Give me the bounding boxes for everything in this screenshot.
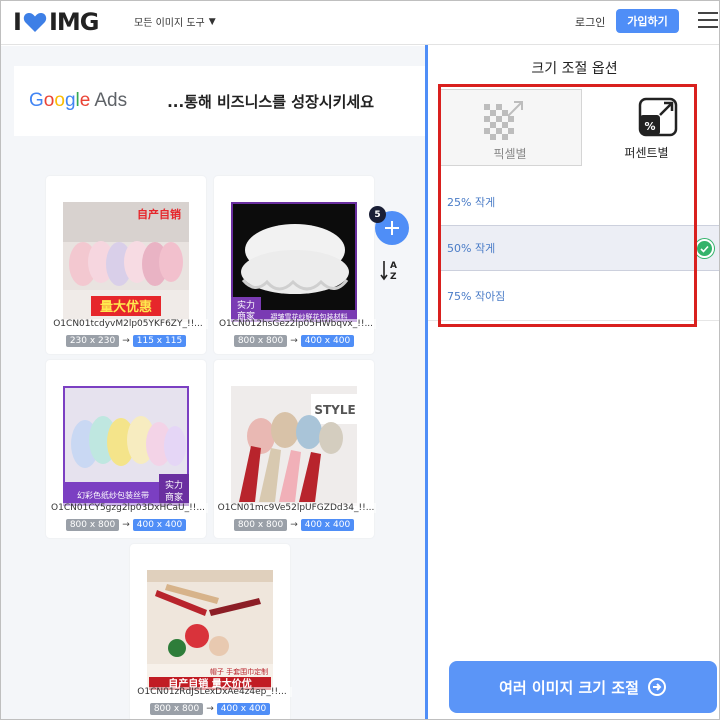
resize-options-panel: 크기 조절 옵션 픽셀별 % 퍼센트별 25% 작게 50% 작게 75% 작아…: [428, 46, 719, 719]
selected-check-icon: [695, 239, 714, 258]
option-50-percent[interactable]: 50% 작게: [438, 225, 719, 271]
file-name: O1CN01CY5gzg2lp03DxHCaU_!!...: [48, 503, 208, 513]
svg-text:量大优惠: 量大优惠: [100, 299, 152, 315]
logo-text-img: IMG: [48, 8, 100, 36]
tab-by-percentage-label: 퍼센트별: [624, 146, 669, 160]
image-workspace: Google Ads ...통해 비즈니스를 성장시키세요 量大优惠 自产自销 …: [1, 46, 425, 719]
image-card[interactable]: 实力 商家 褶皱雪花纱鲜花包装材料 O1CN012hsGez2lp05HWbqv…: [214, 176, 376, 354]
tab-by-pixels[interactable]: 픽셀별: [438, 89, 582, 166]
svg-text:%: %: [644, 120, 655, 133]
plus-icon: [385, 221, 399, 235]
resize-images-label: 여러 이미지 크기 조절: [499, 678, 639, 697]
image-card[interactable]: STYLE O1CN01mc9Ve52lpUFGZDd34_!!... 800 …: [214, 360, 376, 538]
google-ads-logo: Google Ads: [29, 90, 128, 111]
percent-resize-icon: %: [638, 97, 678, 137]
option-50-percent-label: 50% 작게: [447, 242, 496, 255]
size-info: 800 x 800 → 400 x 400: [214, 519, 374, 531]
new-size-badge: 400 x 400: [300, 335, 355, 347]
new-size-badge: 400 x 400: [132, 519, 187, 531]
arrow-right-icon: →: [122, 336, 130, 346]
size-info: 230 x 230 → 115 x 115: [46, 335, 206, 347]
arrow-right-icon: →: [290, 336, 298, 346]
arrow-circle-right-icon: [647, 678, 666, 696]
google-ads-banner[interactable]: Google Ads ...통해 비즈니스를 성장시키세요: [14, 66, 425, 136]
new-size-badge: 400 x 400: [300, 519, 355, 531]
sort-az-button[interactable]: A Z: [379, 258, 403, 282]
all-tools-label: 모든 이미지 도구: [134, 18, 205, 29]
svg-text:STYLE: STYLE: [314, 403, 355, 417]
svg-text:实力: 实力: [165, 479, 183, 491]
signup-button[interactable]: 가입하기: [616, 9, 679, 33]
sort-az-icon: A Z: [380, 261, 397, 282]
file-count-badge: 5: [369, 206, 386, 223]
size-info: 800 x 800 → 400 x 400: [214, 335, 374, 347]
option-75-percent[interactable]: 75% 작아짐: [438, 273, 719, 319]
tab-by-pixels-label: 픽셀별: [493, 147, 527, 161]
original-size-badge: 800 x 800: [65, 519, 120, 531]
arrow-right-icon: →: [206, 704, 214, 714]
iloveimg-logo[interactable]: I IMG: [13, 7, 100, 37]
image-thumbnail: 量大优惠 自产自销: [63, 202, 189, 322]
original-size-badge: 800 x 800: [233, 335, 288, 347]
image-thumbnail: 实力 商家 褶皱雪花纱鲜花包装材料: [231, 202, 357, 322]
hamburger-menu-icon[interactable]: [698, 12, 718, 30]
image-card[interactable]: 量大优惠 自产自销 O1CN01tcdyvM2lp05YKF6ZY_!!... …: [46, 176, 208, 354]
svg-text:实力: 实力: [237, 299, 255, 311]
file-name: O1CN012hsGez2lp05HWbqvx_!!...: [216, 319, 376, 329]
svg-text:自产自销: 自产自销: [137, 207, 181, 221]
new-size-badge: 400 x 400: [216, 703, 271, 715]
top-navbar: I IMG 모든 이미지 도구 ▼ 로그인 가입하기: [1, 1, 719, 45]
svg-text:A: A: [390, 261, 397, 271]
file-name: O1CN01mc9Ve52lpUFGZDd34_!!...: [216, 503, 376, 513]
original-size-badge: 800 x 800: [149, 703, 204, 715]
panel-title: 크기 조절 옵션: [531, 61, 618, 77]
logo-text-i: I: [13, 8, 22, 36]
image-thumbnail: 幻彩色纸纱包装丝带 实力 商家: [63, 386, 189, 506]
pixel-resize-icon: [484, 101, 523, 140]
image-thumbnail: 帽子 手套围巾定制 自产自销 量大价优: [147, 570, 273, 690]
file-name: O1CN01zRdJSLexDxAe4z4ep_!!...: [132, 687, 292, 697]
svg-text:幻彩色纸纱包装丝带: 幻彩色纸纱包装丝带: [77, 490, 149, 500]
image-thumbnail: STYLE: [231, 386, 357, 506]
arrow-right-icon: →: [122, 520, 130, 530]
resize-images-button[interactable]: 여러 이미지 크기 조절: [449, 661, 717, 713]
svg-text:商家: 商家: [165, 491, 183, 503]
app-window: I IMG 모든 이미지 도구 ▼ 로그인 가입하기 Google Ads ...…: [0, 0, 720, 720]
login-link[interactable]: 로그인: [575, 14, 605, 30]
size-info: 800 x 800 → 400 x 400: [130, 703, 290, 715]
svg-text:Z: Z: [390, 272, 397, 282]
all-tools-dropdown[interactable]: 모든 이미지 도구 ▼: [134, 14, 216, 30]
separator: [428, 320, 719, 321]
ad-headline: ...통해 비즈니스를 성장시키세요: [167, 92, 375, 111]
svg-text:帽子 手套围巾定制: 帽子 手套围巾定制: [210, 667, 268, 676]
size-info: 800 x 800 → 400 x 400: [46, 519, 206, 531]
image-card[interactable]: 帽子 手套围巾定制 自产自销 量大价优 O1CN01zRdJSLexDxAe4z…: [130, 544, 292, 719]
tab-by-percentage[interactable]: % 퍼센트별: [582, 89, 711, 166]
arrow-right-icon: →: [290, 520, 298, 530]
new-size-badge: 115 x 115: [132, 335, 187, 347]
image-card[interactable]: 幻彩色纸纱包装丝带 实力 商家 O1CN01CY5gzg2lp03DxHCaU_…: [46, 360, 208, 538]
file-name: O1CN01tcdyvM2lp05YKF6ZY_!!...: [48, 319, 208, 329]
caret-down-icon: ▼: [208, 16, 216, 27]
original-size-badge: 800 x 800: [233, 519, 288, 531]
heart-icon: [23, 12, 47, 32]
original-size-badge: 230 x 230: [65, 335, 120, 347]
option-25-percent[interactable]: 25% 작게: [438, 179, 719, 225]
